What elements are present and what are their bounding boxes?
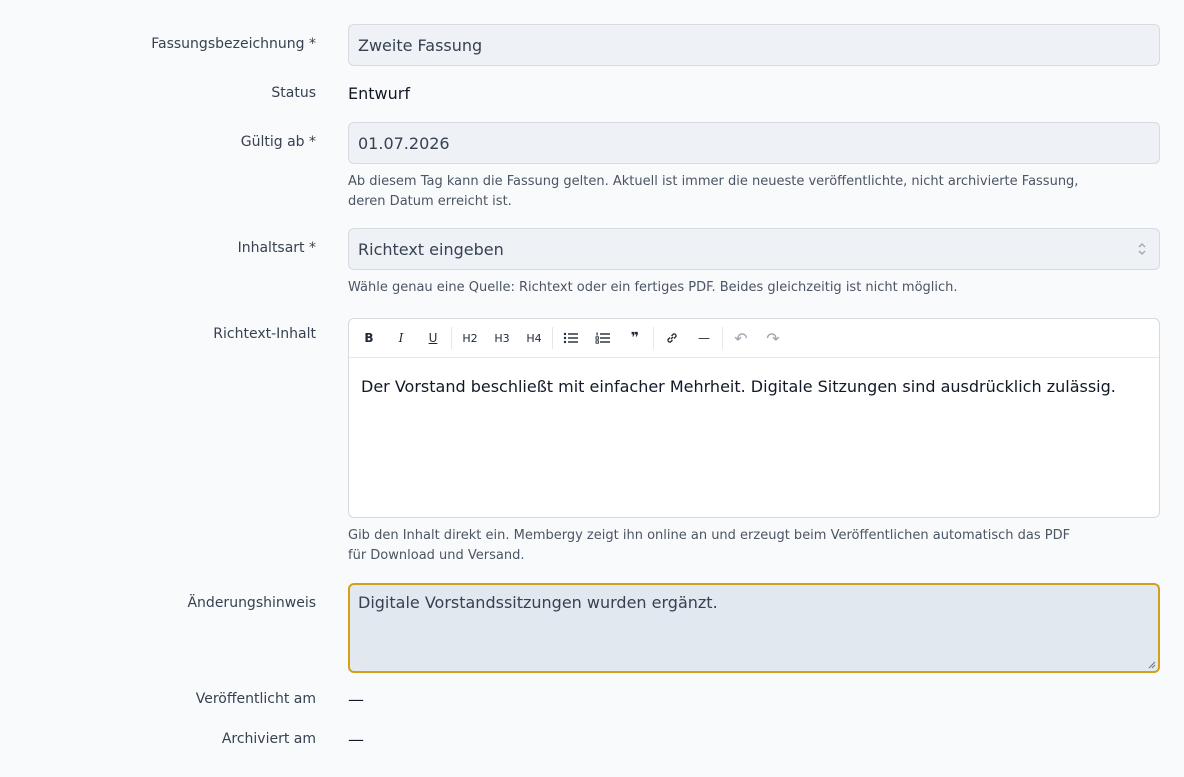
change-note-label: Änderungshinweis	[187, 595, 316, 611]
bullet-list-icon	[563, 332, 578, 344]
h3-button[interactable]: H3	[486, 324, 518, 352]
toolbar-separator	[653, 327, 654, 349]
toolbar-separator	[552, 327, 553, 349]
redo-button[interactable]: ↷	[757, 324, 789, 352]
archived-at-label: Archiviert am	[221, 731, 316, 747]
content-type-label: Inhaltsart *	[237, 240, 316, 256]
undo-button[interactable]: ↶	[725, 324, 757, 352]
valid-from-help-line2: deren Datum erreicht ist.	[348, 194, 512, 209]
richtext-label: Richtext-Inhalt	[213, 326, 316, 342]
valid-from-help: Ab diesem Tag kann die Fassung gelten. A…	[348, 172, 1160, 212]
bullet-list-button[interactable]	[555, 324, 587, 352]
valid-from-label: Gültig ab *	[240, 134, 316, 150]
change-note-value: Digitale Vorstandssitzungen wurden ergän…	[358, 593, 718, 612]
bold-button[interactable]: B	[353, 324, 385, 352]
h4-button[interactable]: H4	[518, 324, 550, 352]
richtext-help-line2: für Download und Versand.	[348, 548, 525, 563]
underline-button[interactable]: U	[417, 324, 449, 352]
editor-content[interactable]: Der Vorstand beschließt mit einfacher Me…	[349, 358, 1159, 416]
toolbar-separator	[722, 327, 723, 349]
richtext-help-line1: Gib den Inhalt direkt ein. Membergy zeig…	[348, 528, 1071, 543]
valid-from-help-line1: Ab diesem Tag kann die Fassung gelten. A…	[348, 174, 1079, 189]
quote-button[interactable]: ❞	[619, 324, 651, 352]
richtext-help: Gib den Inhalt direkt ein. Membergy zeig…	[348, 526, 1160, 566]
richtext-editor: B I U H2 H3 H4 ❞ — ↶ ↷ Der Vorstand besc…	[348, 318, 1160, 518]
resize-handle-icon[interactable]	[1148, 661, 1156, 669]
h2-button[interactable]: H2	[454, 324, 486, 352]
select-chevron-icon	[1138, 243, 1146, 255]
horizontal-rule-button[interactable]: —	[688, 324, 720, 352]
name-input[interactable]: Zweite Fassung	[348, 24, 1160, 66]
content-type-select[interactable]: Richtext eingeben	[348, 228, 1160, 270]
valid-from-input[interactable]: 01.07.2026	[348, 122, 1160, 164]
status-label: Status	[271, 85, 316, 101]
version-form: Fassungsbezeichnung * Zweite Fassung Sta…	[0, 0, 1184, 777]
published-at-value: —	[348, 690, 364, 709]
ordered-list-button[interactable]	[587, 324, 619, 352]
change-note-textarea[interactable]: Digitale Vorstandssitzungen wurden ergän…	[348, 583, 1160, 673]
content-type-value: Richtext eingeben	[358, 239, 504, 259]
link-button[interactable]	[656, 324, 688, 352]
archived-at-value: —	[348, 730, 364, 749]
content-type-help: Wähle genau eine Quelle: Richtext oder e…	[348, 280, 958, 295]
toolbar-separator	[451, 327, 452, 349]
status-value: Entwurf	[348, 84, 410, 103]
ordered-list-icon	[595, 332, 610, 344]
link-icon	[667, 333, 677, 343]
editor-toolbar: B I U H2 H3 H4 ❞ — ↶ ↷	[349, 319, 1159, 358]
published-at-label: Veröffentlicht am	[195, 691, 316, 707]
italic-button[interactable]: I	[385, 324, 417, 352]
name-label: Fassungsbezeichnung *	[151, 36, 316, 52]
